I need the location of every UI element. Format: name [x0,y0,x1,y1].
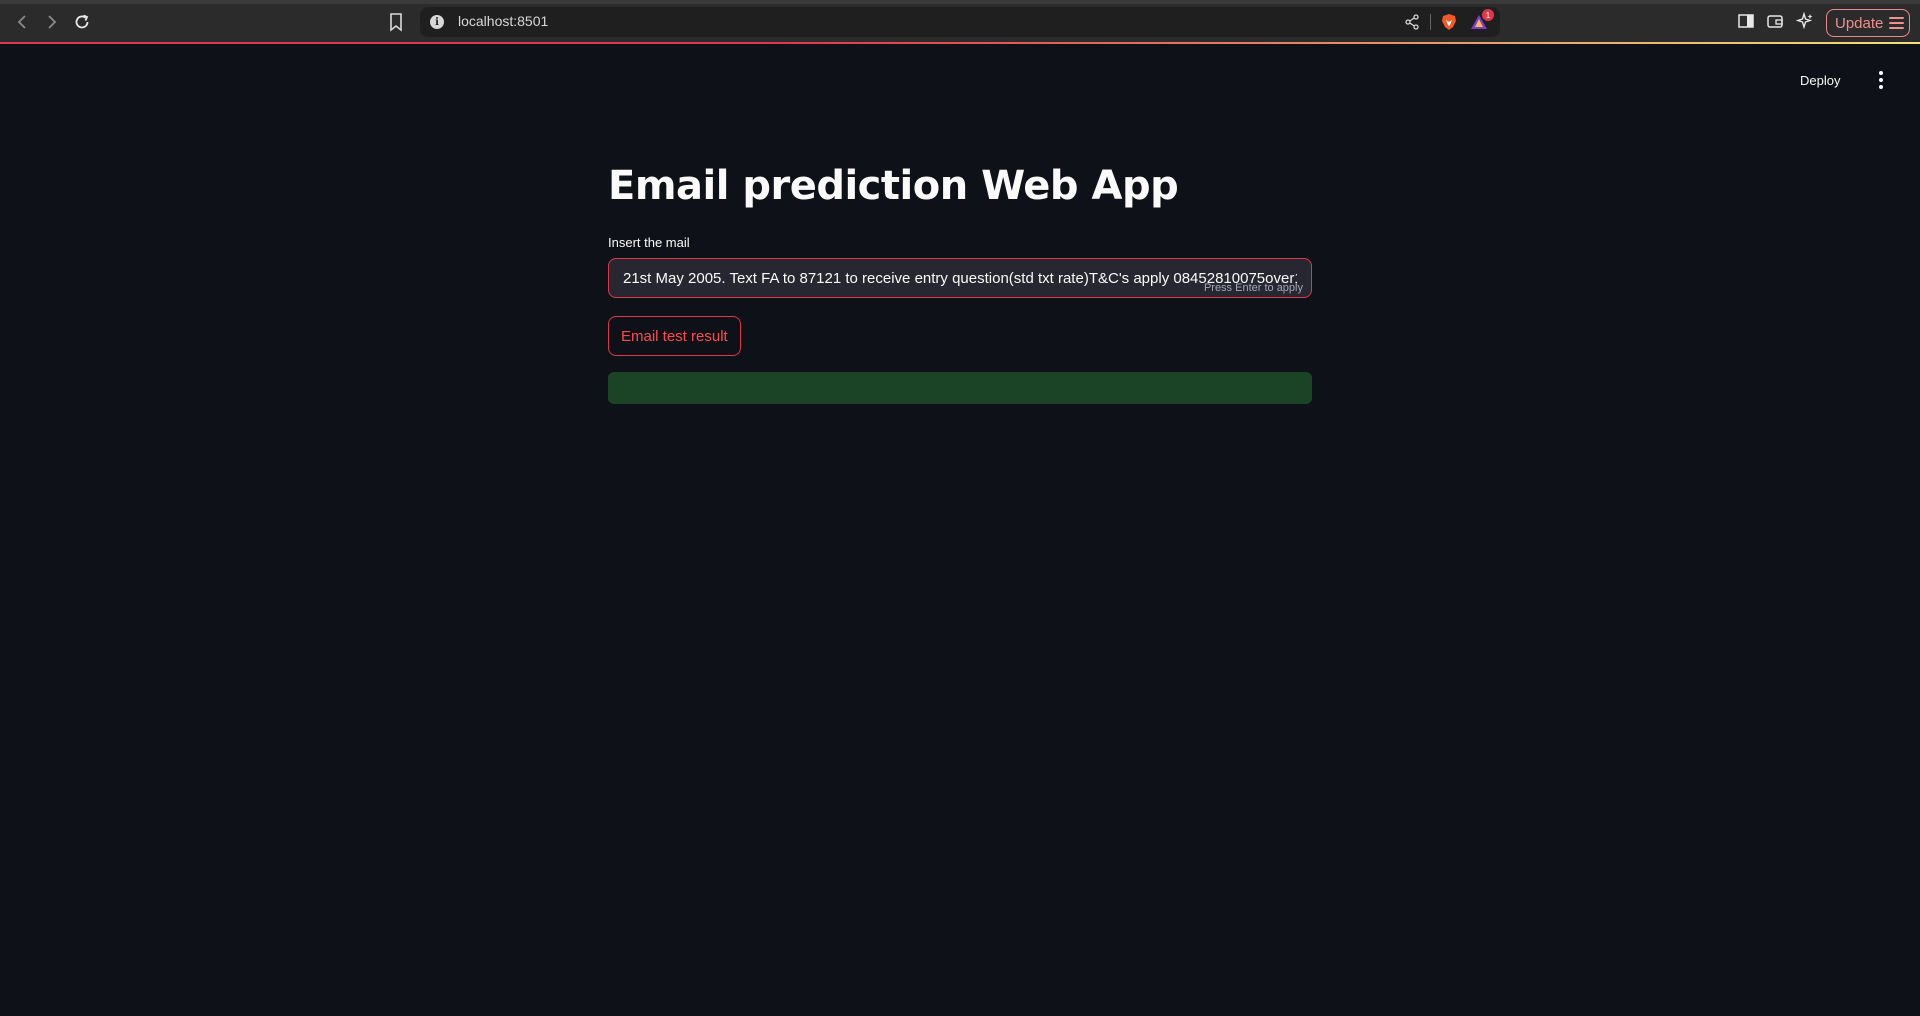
forward-icon[interactable] [40,10,64,34]
back-icon[interactable] [10,10,34,34]
input-hint: Press Enter to apply [1203,282,1303,294]
main-menu-icon[interactable] [1873,70,1889,90]
deploy-button[interactable]: Deploy [1800,68,1840,92]
rewards-badge: 1 [1482,9,1494,21]
brave-shields-icon[interactable] [1440,13,1458,31]
main-content: Email prediction Web App Insert the mail… [608,150,1312,404]
update-button[interactable]: Update [1826,9,1910,37]
share-icon[interactable] [1404,14,1420,30]
wallet-icon[interactable] [1766,12,1786,32]
divider [1430,14,1431,30]
url-text[interactable]: localhost:8501 [458,13,548,29]
reload-icon[interactable] [70,10,94,34]
address-bar[interactable]: i localhost:8501 1 [420,7,1500,37]
update-label: Update [1835,14,1884,32]
hamburger-menu-icon [1889,17,1905,29]
site-info-icon[interactable]: i [430,15,444,29]
browser-toolbar: i localhost:8501 1 Update [0,0,1920,44]
mail-input-label: Insert the mail [608,235,690,250]
mail-input-container: Press Enter to apply [608,258,1312,298]
bookmark-icon[interactable] [387,11,405,33]
tab-strip [0,0,1920,4]
sidebar-toggle-icon[interactable] [1737,12,1757,32]
page-title: Email prediction Web App [608,163,1179,209]
email-test-result-button[interactable]: Email test result [608,316,741,356]
leo-ai-icon[interactable] [1795,11,1816,32]
success-message [608,372,1312,404]
